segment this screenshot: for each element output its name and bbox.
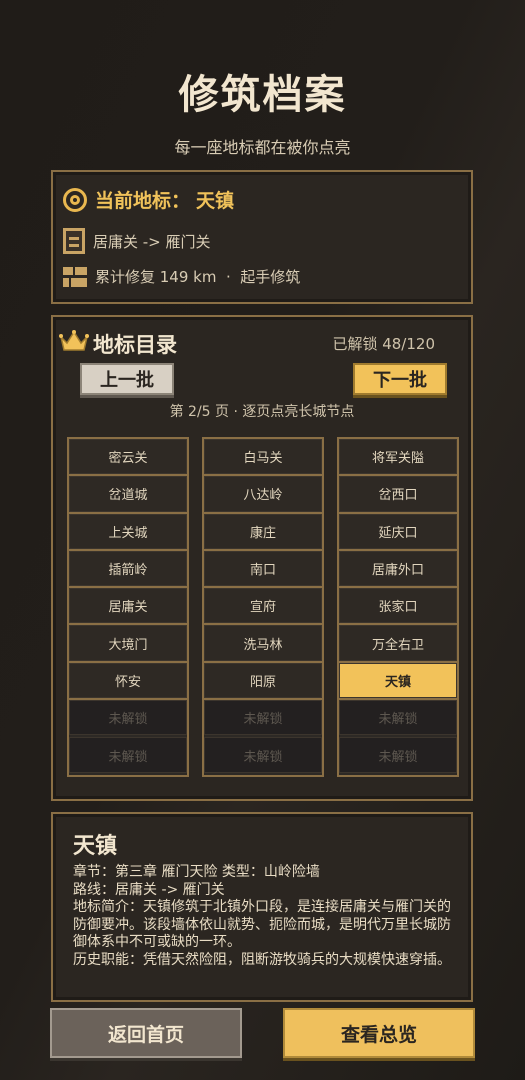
current-route: 居庸关 -> 雁门关: [93, 232, 211, 251]
page-title: 修筑档案: [178, 72, 347, 118]
detail-role: 历史职能：凭借天然险阻，阻断游牧骑兵的大规模快速穿插。: [73, 951, 451, 968]
current-progress-row: 累计修复 149 km · 起手修筑: [63, 266, 300, 287]
landmark-cell[interactable]: 万全右卫: [339, 625, 457, 663]
landmark-cell[interactable]: 上关城: [69, 513, 187, 551]
target-icon: [63, 187, 87, 212]
landmark-catalog-panel: 地标目录 已解锁 48/120 上一批 下一批 第 2/5 页 · 逐页点亮长城…: [51, 315, 473, 801]
next-page-button[interactable]: 下一批: [353, 363, 447, 395]
detail-intro: 地标简介：天镇修筑于北镇外口段，是连接居庸关与雁门关的防御要冲。该段墙体依山就势…: [73, 899, 451, 950]
landmark-cell[interactable]: 白马关: [204, 439, 322, 477]
current-route-row: 居庸关 -> 雁门关: [63, 228, 211, 254]
landmark-cell[interactable]: 天镇: [339, 662, 457, 701]
page-subtitle: 每一座地标都在被你点亮: [174, 138, 351, 157]
detail-route: 路线：居庸关 -> 雁门关: [73, 881, 225, 898]
landmark-cell-locked: 未解锁: [339, 700, 457, 738]
landmark-cell[interactable]: 怀安: [69, 662, 187, 701]
current-landmark-panel: 当前地标： 天镇 居庸关 -> 雁门关 累计修复 149 km · 起手修筑: [51, 170, 473, 304]
landmark-cell[interactable]: 插箭岭: [69, 550, 187, 589]
landmark-cell[interactable]: 将军关隘: [339, 439, 457, 477]
landmark-cell[interactable]: 密云关: [69, 439, 187, 477]
landmark-cell[interactable]: 八达岭: [204, 476, 322, 514]
current-landmark-row: 当前地标： 天镇: [63, 186, 234, 213]
landmark-cell-locked: 未解锁: [69, 737, 187, 775]
landmark-column-3: 将军关隘 岔西口 延庆口 居庸外口 张家口 万全右卫 天镇 未解锁 未解锁: [337, 437, 459, 777]
landmark-cell-locked: 未解锁: [339, 737, 457, 775]
wall-icon: [63, 266, 87, 287]
unlocked-count: 已解锁 48/120: [332, 335, 435, 353]
crown-icon: [59, 330, 89, 351]
landmark-cell[interactable]: 居庸关: [69, 588, 187, 626]
landmark-cell[interactable]: 康庄: [204, 513, 322, 551]
landmark-detail-panel: 天镇 章节：第三章 雁门天险 类型：山岭险墙 路线：居庸关 -> 雁门关 地标简…: [51, 812, 473, 1002]
landmark-cell[interactable]: 岔西口: [339, 476, 457, 514]
detail-body: 章节：第三章 雁门天险 类型：山岭险墙 路线：居庸关 -> 雁门关 地标简介：天…: [73, 864, 457, 969]
current-landmark-label: 当前地标：: [95, 190, 191, 212]
catalog-title: 地标目录: [93, 333, 177, 357]
landmark-cell-locked: 未解锁: [204, 737, 322, 775]
landmark-cell[interactable]: 宣府: [204, 588, 322, 626]
landmark-cell[interactable]: 大境门: [69, 625, 187, 663]
home-button[interactable]: 返回首页: [50, 1008, 242, 1058]
current-progress: 累计修复 149 km · 起手修筑: [95, 268, 301, 286]
landmark-column-2: 白马关 八达岭 康庄 南口 宣府 洗马林 阳原 未解锁 未解锁: [202, 437, 324, 777]
detail-chapter: 章节：第三章 雁门天险 类型：山岭险墙: [73, 864, 320, 880]
landmark-cell-locked: 未解锁: [204, 700, 322, 738]
landmark-cell[interactable]: 张家口: [339, 588, 457, 626]
landmark-cell[interactable]: 洗马林: [204, 625, 322, 663]
current-landmark-name: 天镇: [196, 190, 235, 212]
prev-page-button[interactable]: 上一批: [80, 363, 174, 395]
header: 修筑档案 每一座地标都在被你点亮: [0, 62, 525, 158]
landmark-column-1: 密云关 岔道城 上关城 插箭岭 居庸关 大境门 怀安 未解锁 未解锁: [67, 437, 189, 777]
landmark-cell[interactable]: 南口: [204, 550, 322, 589]
detail-name: 天镇: [73, 834, 118, 859]
landmark-cell[interactable]: 延庆口: [339, 513, 457, 551]
landmark-cell[interactable]: 阳原: [204, 662, 322, 701]
page-info: 第 2/5 页 · 逐页点亮长城节点: [169, 404, 355, 420]
landmark-cell-locked: 未解锁: [69, 700, 187, 738]
landmark-cell[interactable]: 岔道城: [69, 476, 187, 514]
overview-button[interactable]: 查看总览: [283, 1008, 475, 1058]
landmark-cell[interactable]: 居庸外口: [339, 550, 457, 589]
scroll-icon: [63, 228, 85, 254]
